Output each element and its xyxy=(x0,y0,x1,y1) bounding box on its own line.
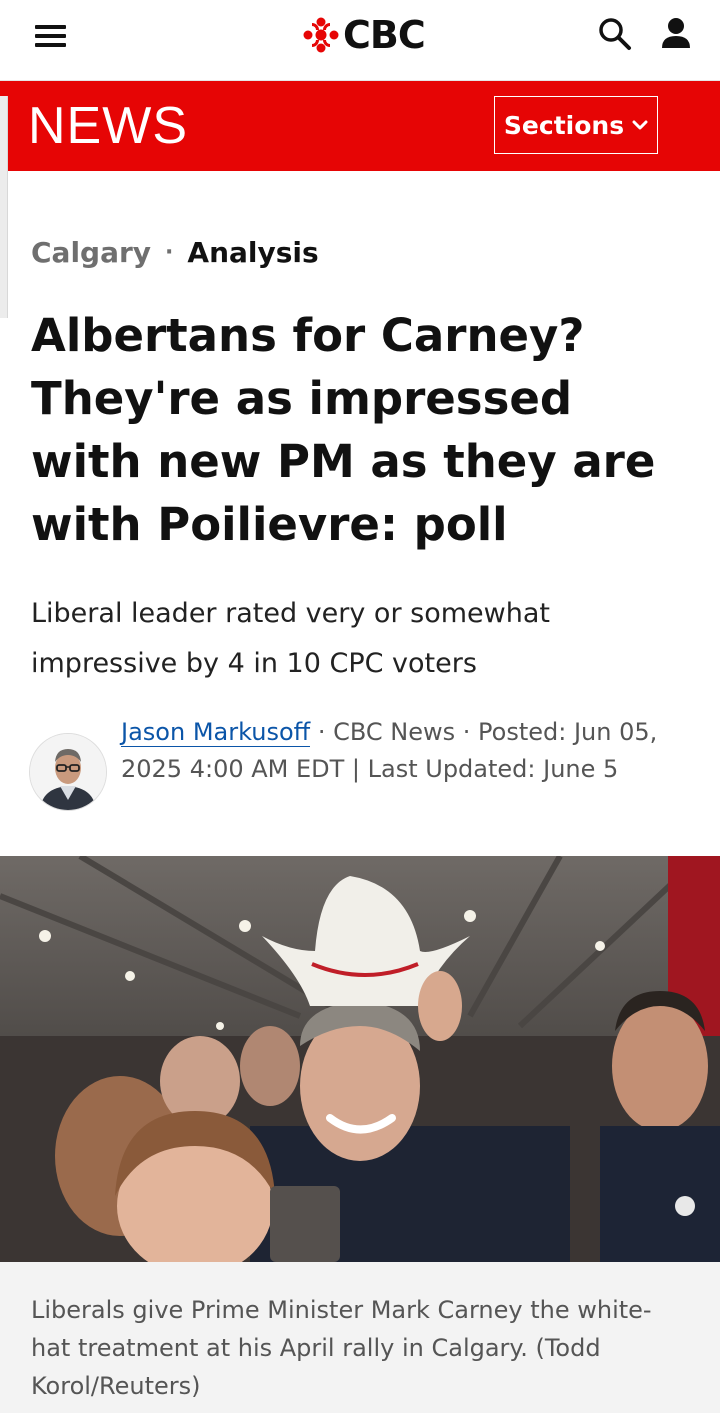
cbc-logo[interactable]: CBC xyxy=(303,13,426,57)
author-link[interactable]: Jason Markusoff xyxy=(121,718,311,747)
user-icon[interactable] xyxy=(656,14,696,54)
breadcrumb-type-label: Analysis xyxy=(187,236,319,269)
author-avatar[interactable] xyxy=(29,733,107,811)
photo-caption: Liberals give Prime Minister Mark Carney… xyxy=(31,1296,652,1400)
article-deck: Liberal leader rated very or somewhat im… xyxy=(31,598,550,679)
sections-button[interactable]: Sections xyxy=(494,96,658,154)
scroll-edge-handle[interactable] xyxy=(0,96,8,318)
hamburger-menu-icon[interactable] xyxy=(35,23,67,49)
byline-outlet: · CBC News · xyxy=(310,718,471,746)
breadcrumb-separator: · xyxy=(165,240,174,265)
cbc-gem-icon xyxy=(303,17,339,53)
search-icon[interactable] xyxy=(596,15,634,53)
news-bar: NEWS Sections xyxy=(0,81,720,171)
top-bar: CBC xyxy=(0,0,720,81)
breadcrumb-section-link[interactable]: Calgary xyxy=(31,236,151,269)
news-title[interactable]: NEWS xyxy=(28,98,188,154)
article-headline: Albertans for Carney? They're as impress… xyxy=(31,309,656,551)
breadcrumb: Calgary · Analysis xyxy=(31,236,319,269)
brand-name: CBC xyxy=(343,13,426,57)
byline: Jason Markusoff · CBC News · Posted: Jun… xyxy=(121,714,681,788)
chevron-down-icon xyxy=(632,120,648,130)
article-hero-photo[interactable] xyxy=(0,856,720,1262)
sections-label: Sections xyxy=(503,110,625,140)
